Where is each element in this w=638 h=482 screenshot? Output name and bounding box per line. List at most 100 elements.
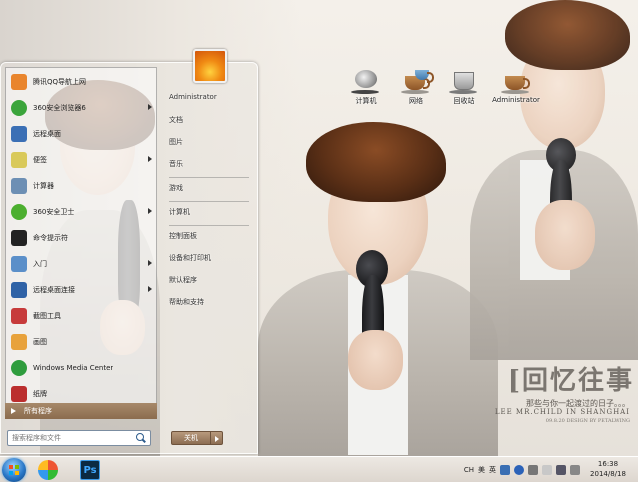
computer-icon [351, 68, 381, 94]
program-label: 入门 [33, 260, 47, 268]
program-label: 360安全卫士 [33, 208, 75, 216]
desktop-icon-network[interactable]: 网络 [390, 68, 442, 106]
desktop-icon-label: Administrator [492, 96, 540, 104]
desktop-icon-label: 网络 [409, 97, 423, 105]
language-indicator[interactable]: CH [464, 466, 474, 474]
program-item-media-center[interactable]: Windows Media Center [8, 356, 154, 380]
user-folder-icon [501, 68, 531, 94]
360-safe-icon [11, 204, 27, 220]
photoshop-icon[interactable]: Ps [80, 460, 100, 480]
program-item-qq-nav[interactable]: 腾讯QQ导航上网 [8, 70, 154, 94]
ime-indicator[interactable]: 美 [478, 465, 485, 475]
places-item-devices-printers[interactable]: 设备和打印机 [169, 253, 253, 263]
program-label: 便签 [33, 156, 47, 164]
places-item-control-panel[interactable]: 控制面板 [169, 231, 253, 241]
qq-nav-icon [11, 74, 27, 90]
media-center-icon [11, 360, 27, 376]
program-item-getting-started[interactable]: 入门 [8, 252, 154, 276]
program-item-snipping-tool[interactable]: 截图工具 [8, 304, 154, 328]
places-item-default-programs[interactable]: 默认程序 [169, 275, 253, 285]
places-item-music[interactable]: 音乐 [169, 159, 253, 169]
program-item-remote-desktop[interactable]: 远程桌面 [8, 122, 154, 146]
360-browser-icon [11, 100, 27, 116]
submenu-arrow-icon[interactable] [148, 104, 152, 110]
shutdown-button[interactable]: 关机 [171, 431, 211, 445]
volume-icon[interactable] [570, 465, 580, 475]
places-separator [169, 225, 249, 226]
program-label: 计算器 [33, 182, 54, 190]
desktop-icon-administrator[interactable]: Administrator [490, 68, 542, 104]
program-label: 腾讯QQ导航上网 [33, 78, 87, 86]
desktop-icon-label: 回收站 [453, 97, 475, 105]
start-menu-programs-pane: 腾讯QQ导航上网 360安全浏览器6 远程桌面 便签 计算器 360安全卫士 命… [5, 67, 157, 413]
system-tray: CH 美 英 [464, 463, 580, 477]
wallpaper-figure-right [450, 0, 638, 360]
snipping-tool-icon [11, 308, 27, 324]
program-label: 截图工具 [33, 312, 61, 320]
program-item-paint[interactable]: 画图 [8, 330, 154, 354]
network-icon [401, 68, 434, 94]
wallpaper-english-line: LEE MR.CHILD IN SHANGHAI [494, 408, 630, 416]
program-item-rdp[interactable]: 远程桌面连接 [8, 278, 154, 302]
all-programs-label: 所有程序 [24, 407, 52, 415]
cmd-icon [11, 230, 27, 246]
search-input[interactable] [8, 434, 128, 442]
program-label: 命令提示符 [33, 234, 68, 242]
program-label: Windows Media Center [33, 364, 114, 372]
submenu-arrow-icon[interactable] [148, 208, 152, 214]
start-menu-places-pane: Administrator 文档 图片 音乐 游戏 计算机 控制面板 设备和打印… [163, 49, 255, 417]
program-label: 远程桌面连接 [33, 286, 75, 294]
places-item-documents[interactable]: 文档 [169, 115, 253, 125]
all-programs-button[interactable]: 所有程序 [5, 403, 157, 419]
places-item-help-support[interactable]: 帮助和支持 [169, 297, 253, 307]
solitaire-icon [11, 386, 27, 402]
play-arrow-icon [11, 408, 16, 414]
places-item-computer[interactable]: 计算机 [169, 207, 253, 217]
program-item-sticky-notes[interactable]: 便签 [8, 148, 154, 172]
clock-date: 2014/8/18 [590, 470, 626, 478]
user-avatar[interactable] [193, 49, 227, 83]
taskbar-clock[interactable]: 16:38 2014/8/18 [586, 460, 630, 478]
program-label: 360安全浏览器6 [33, 104, 86, 112]
calculator-icon [11, 178, 27, 194]
recycle-bin-icon [449, 68, 479, 94]
program-label: 纸牌 [33, 390, 47, 398]
settings-icon[interactable] [528, 465, 538, 475]
remote-desktop-icon [11, 126, 27, 142]
desktop-icon-label: 计算机 [355, 97, 377, 105]
rdp-icon [11, 282, 27, 298]
places-separator [169, 177, 249, 178]
places-item-pictures[interactable]: 图片 [169, 137, 253, 147]
submenu-arrow-icon[interactable] [148, 156, 152, 162]
program-item-360-safe[interactable]: 360安全卫士 [8, 200, 154, 224]
program-item-calculator[interactable]: 计算器 [8, 174, 154, 198]
ime-mode-indicator[interactable]: 英 [489, 465, 496, 475]
start-menu: 腾讯QQ导航上网 360安全浏览器6 远程桌面 便签 计算器 360安全卫士 命… [0, 49, 258, 454]
submenu-arrow-icon[interactable] [148, 286, 152, 292]
taskbar: Ps CH 美 英 16:38 2014/8/18 [0, 456, 638, 482]
program-item-360-browser[interactable]: 360安全浏览器6 [8, 96, 154, 120]
getting-started-icon [11, 256, 27, 272]
places-separator [169, 201, 249, 202]
display-icon[interactable] [556, 465, 566, 475]
sticky-notes-icon [11, 152, 27, 168]
places-item-administrator[interactable]: Administrator [169, 93, 253, 101]
shutdown-options-arrow[interactable] [211, 431, 223, 445]
ime-toolbar-icon[interactable] [500, 465, 510, 475]
program-label: 远程桌面 [33, 130, 61, 138]
program-label: 画图 [33, 338, 47, 346]
start-search-box[interactable] [7, 430, 151, 446]
flag-icon[interactable] [542, 465, 552, 475]
color-wheel-icon[interactable] [38, 460, 58, 480]
places-item-games[interactable]: 游戏 [169, 183, 253, 193]
search-icon[interactable] [135, 432, 147, 444]
wallpaper-title: [回忆往事 [507, 366, 634, 396]
wallpaper-design-credit: 09.8.20 DESIGN BY PETALWING [545, 418, 630, 424]
paint-icon [11, 334, 27, 350]
submenu-arrow-icon[interactable] [148, 260, 152, 266]
windows-orb-icon[interactable] [2, 458, 26, 482]
desktop-icon-recycle-bin[interactable]: 回收站 [438, 68, 490, 106]
desktop-icon-computer[interactable]: 计算机 [340, 68, 392, 106]
help-icon[interactable] [514, 465, 524, 475]
program-item-cmd[interactable]: 命令提示符 [8, 226, 154, 250]
